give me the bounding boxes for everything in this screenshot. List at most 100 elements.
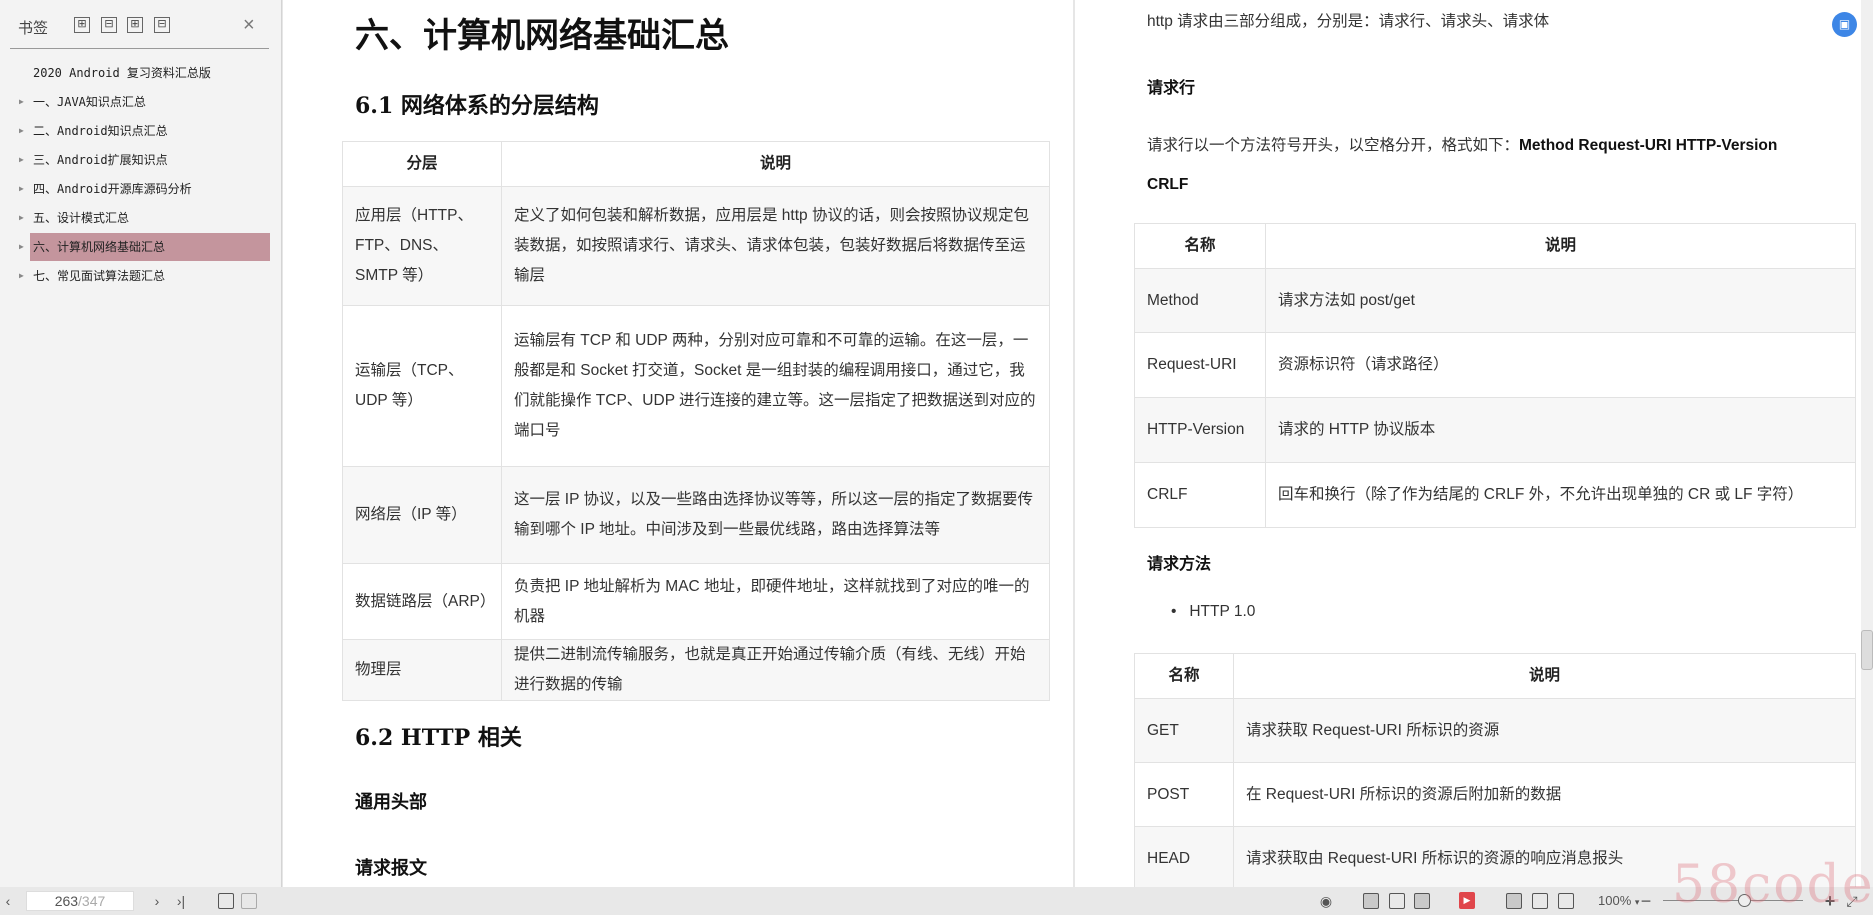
table-row: CRLF回车和换行（除了作为结尾的 CRLF 外，不允许出现单独的 CR 或 L… [1135,463,1856,528]
subheading: 请求报文 [355,854,427,880]
fullscreen-icon[interactable]: ⤢ [1845,892,1859,910]
scrollbar[interactable] [1861,0,1873,887]
document-page-left: 六、计算机网络基础汇总 6.1 网络体系的分层结构 分层说明应用层（HTTP、F… [283,0,1073,887]
table-row: GET请求获取 Request-URI 所标识的资源 [1135,699,1856,763]
column-header: 名称 [1135,654,1234,699]
sidebar-item[interactable]: ▶三、Android扩展知识点 [30,146,270,174]
description-cell: 这一层 IP 协议，以及一些路由选择协议等等，所以这一层的指定了数据要传输到哪个… [502,467,1050,564]
single-page-icon[interactable] [1389,893,1405,909]
sidebar-item[interactable]: ▶七、常见面试算法题汇总 [30,262,270,290]
format-text: Method Request-URI HTTP-Version [1519,137,1777,154]
close-icon[interactable]: × [243,14,255,37]
methods-table: 名称说明GET请求获取 Request-URI 所标识的资源POST在 Requ… [1134,653,1856,891]
subheading: 通用头部 [355,788,427,814]
table-header-row: 名称说明 [1135,654,1856,699]
chevron-down-icon: ▾ [1635,897,1640,907]
page-number-input[interactable]: 263/347 [26,891,134,911]
zoom-level: 100% [1598,893,1631,908]
floating-tool-button[interactable]: ▣ [1832,12,1857,37]
subheading: 请求方法 [1147,550,1211,574]
sidebar-item-label: 七、常见面试算法题汇总 [33,269,165,283]
row-label-cell: Method [1135,269,1266,333]
page-title: 六、计算机网络基础汇总 [355,8,729,57]
bookmark-sidebar: 书签 ⊞ ⊟ ⊞ ⊟ × 2020 Android 复习资料汇总版 ▶一、JAVA… [0,0,282,887]
prev-page-button[interactable]: ‹ [2,892,14,910]
sidebar-item[interactable]: ▶一、JAVA知识点汇总 [30,88,270,116]
table-row: POST在 Request-URI 所标识的资源后附加新的数据 [1135,763,1856,827]
row-label-cell: 网络层（IP 等） [343,467,502,564]
expand-all-icon[interactable]: ⊞ [74,17,90,33]
column-header: 说明 [1234,654,1856,699]
description-cell: 回车和换行（除了作为结尾的 CRLF 外，不允许出现单独的 CR 或 LF 字符… [1266,463,1856,528]
row-label-cell: POST [1135,763,1234,827]
sidebar-item-label: 2020 Android 复习资料汇总版 [33,66,211,80]
current-page: 263 [55,893,78,909]
last-page-button[interactable]: ›| [172,892,190,910]
expand-arrow-icon[interactable]: ▶ [19,233,24,261]
remove-bookmark-icon[interactable]: ⊟ [154,17,170,33]
zoom-slider-knob[interactable] [1738,894,1751,907]
sidebar-item[interactable]: ▶六、计算机网络基础汇总 [30,233,270,261]
table-row: Method请求方法如 post/get [1135,269,1856,333]
table-row: 物理层提供二进制流传输服务，也就是真正开始通过传输介质（有线、无线）开始进行数据… [343,640,1050,701]
continuous-page-icon[interactable] [1363,893,1379,909]
row-label-cell: Request-URI [1135,333,1266,398]
expand-arrow-icon[interactable]: ▶ [19,262,24,290]
two-page-icon[interactable] [1414,893,1430,909]
row-label-cell: CRLF [1135,463,1266,528]
sidebar-item-label: 三、Android扩展知识点 [33,153,168,167]
zoom-out-button[interactable]: − [1640,892,1652,910]
sidebar-item[interactable]: 2020 Android 复习资料汇总版 [30,59,270,87]
sidebar-item-label: 二、Android知识点汇总 [33,124,168,138]
table-row: 运输层（TCP、UDP 等）运输层有 TCP 和 UDP 两种，分别对应可靠和不… [343,306,1050,467]
table-row: HEAD请求获取由 Request-URI 所标识的资源的响应消息报头 [1135,827,1856,891]
fit-width-icon[interactable] [1558,893,1574,909]
sidebar-item[interactable]: ▶二、Android知识点汇总 [30,117,270,145]
request-line-table: 名称说明Method请求方法如 post/getRequest-URI资源标识符… [1134,223,1856,528]
sidebar-item[interactable]: ▶四、Android开源库源码分析 [30,175,270,203]
row-label-cell: HTTP-Version [1135,398,1266,463]
zoom-in-button[interactable]: + [1824,892,1836,910]
play-slideshow-icon[interactable]: ▶ [1459,892,1475,909]
row-label-cell: 数据链路层（ARP） [343,564,502,640]
table-header-row: 分层说明 [343,142,1050,187]
eye-icon[interactable]: ◉ [1316,892,1336,910]
description-cell: 负责把 IP 地址解析为 MAC 地址，即硬件地址，这样就找到了对应的唯一的机器 [502,564,1050,640]
section-heading: 6.2 HTTP 相关 [355,720,522,752]
row-label-cell: 应用层（HTTP、FTP、DNS、SMTP 等） [343,187,502,306]
sidebar-item-label: 五、设计模式汇总 [33,211,129,225]
total-pages: /347 [78,893,105,909]
zoom-select[interactable]: 100% ▾ [1598,892,1639,910]
column-header: 说明 [502,142,1050,187]
column-header: 分层 [343,142,502,187]
expand-arrow-icon[interactable]: ▶ [19,175,24,203]
add-bookmark-icon[interactable]: ⊞ [127,17,143,33]
expand-arrow-icon[interactable]: ▶ [19,146,24,174]
sidebar-item[interactable]: ▶五、设计模式汇总 [30,204,270,232]
fit-page-icon[interactable] [1532,893,1548,909]
expand-arrow-icon[interactable]: ▶ [19,204,24,232]
table-row: HTTP-Version请求的 HTTP 协议版本 [1135,398,1856,463]
next-page-button[interactable]: › [150,892,164,910]
description-cell: 定义了如何包装和解析数据，应用层是 http 协议的话，则会按照协议规定包装数据… [502,187,1050,306]
table-header-row: 名称说明 [1135,224,1856,269]
back-view-icon[interactable] [218,893,234,909]
table-row: Request-URI资源标识符（请求路径） [1135,333,1856,398]
expand-arrow-icon[interactable]: ▶ [19,88,24,116]
bullet-item: • HTTP 1.0 [1171,603,1255,621]
sidebar-title: 书签 [18,17,48,38]
collapse-all-icon[interactable]: ⊟ [101,17,117,33]
divider [10,48,269,49]
zoom-slider[interactable] [1663,900,1803,901]
scrollbar-thumb[interactable] [1861,630,1873,670]
sidebar-item-label: 四、Android开源库源码分析 [33,182,192,196]
format-text: CRLF [1147,176,1188,193]
forward-view-icon[interactable] [241,893,257,909]
sidebar-item-label: 六、计算机网络基础汇总 [33,240,165,254]
paragraph-text: 请求行以一个方法符号开头，以空格分开，格式如下： [1147,137,1519,154]
description-cell: 提供二进制流传输服务，也就是真正开始通过传输介质（有线、无线）开始进行数据的传输 [502,640,1050,701]
row-label-cell: 物理层 [343,640,502,701]
table-row: 网络层（IP 等）这一层 IP 协议，以及一些路由选择协议等等，所以这一层的指定… [343,467,1050,564]
expand-arrow-icon[interactable]: ▶ [19,117,24,145]
actual-size-icon[interactable] [1506,893,1522,909]
